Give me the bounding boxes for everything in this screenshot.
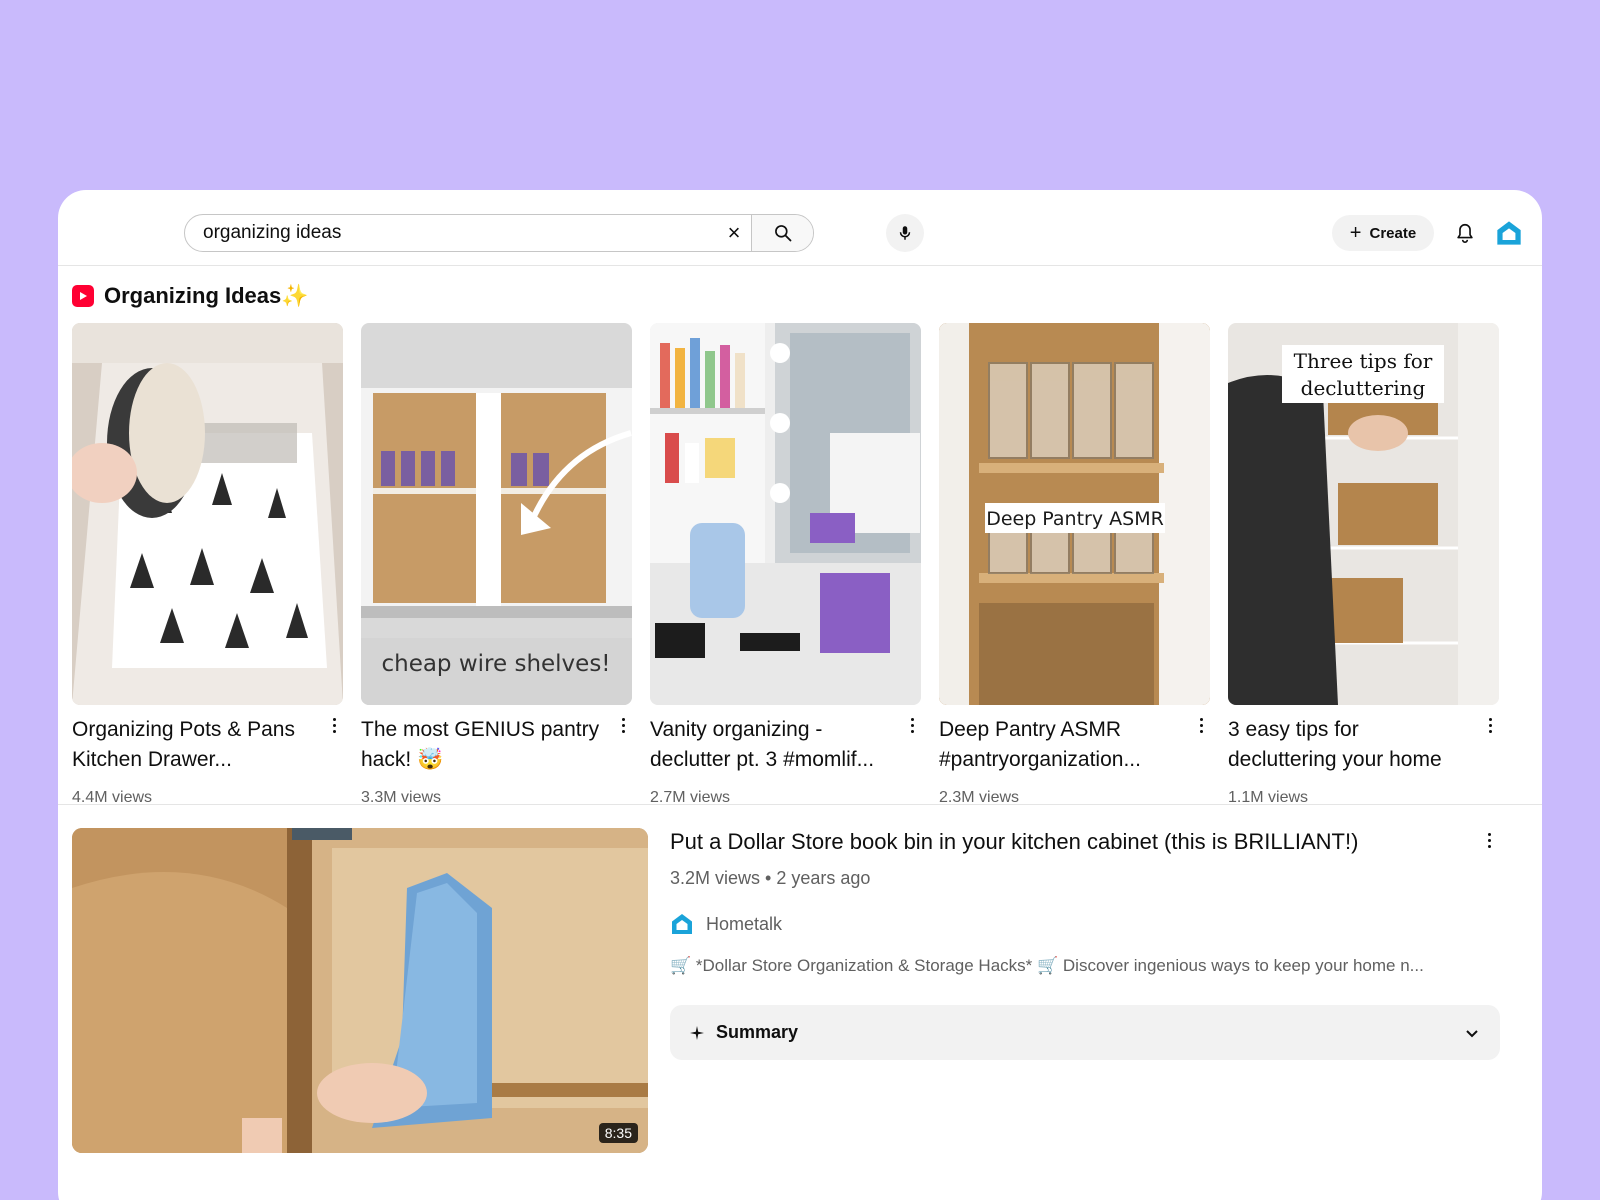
more-options-button[interactable] — [327, 715, 341, 735]
thumbnail-caption-line: decluttering — [1301, 376, 1426, 400]
create-label: Create — [1369, 224, 1417, 242]
clear-icon: × — [727, 220, 741, 245]
thumbnail-caption: cheap wire shelves! — [381, 651, 610, 677]
summary-expander[interactable]: Summary — [670, 1005, 1500, 1060]
more-vert-icon — [1482, 830, 1496, 850]
more-options-button[interactable] — [616, 715, 630, 735]
short-title[interactable]: Organizing Pots & Pans Kitchen Drawer... — [72, 715, 312, 775]
short-thumbnail[interactable] — [72, 323, 343, 705]
search-button[interactable] — [751, 215, 813, 251]
channel-link[interactable]: Hometalk — [670, 912, 782, 936]
short-title[interactable]: 3 easy tips for decluttering your home — [1228, 715, 1468, 775]
channel-name[interactable]: Hometalk — [706, 914, 782, 935]
summary-label: Summary — [716, 1022, 799, 1042]
thumbnail-caption-line: Three tips for — [1294, 349, 1433, 373]
plus-icon: + — [1349, 222, 1362, 244]
clear-search-button[interactable]: × — [717, 215, 751, 251]
shorts-icon — [72, 285, 94, 307]
browser-window: × + Create Organizing Ideas✨ — [58, 190, 1542, 1200]
short-title[interactable]: Deep Pantry ASMR #pantryorganization... — [939, 715, 1179, 775]
more-options-button[interactable] — [1482, 830, 1496, 850]
short-thumbnail[interactable] — [650, 323, 921, 705]
bell-icon — [1457, 223, 1473, 243]
chevron-down-icon — [1466, 1029, 1478, 1037]
mic-icon — [899, 226, 911, 240]
top-bar: × + Create — [58, 190, 1542, 266]
short-title[interactable]: The most GENIUS pantry hack! 🤯 — [361, 715, 601, 775]
shelf-header: Organizing Ideas✨ — [72, 283, 309, 309]
sparkle-icon — [690, 1025, 704, 1040]
search-input[interactable] — [185, 215, 717, 251]
search-icon — [774, 225, 791, 242]
short-thumbnail[interactable]: cheap wire shelves! — [361, 323, 632, 705]
sparkles-emoji: ✨ — [281, 283, 309, 308]
notifications-button[interactable] — [1450, 218, 1480, 248]
more-options-button[interactable] — [1483, 715, 1497, 735]
more-options-button[interactable] — [905, 715, 919, 735]
search-bar: × — [184, 214, 814, 252]
create-button[interactable]: + Create — [1332, 215, 1434, 251]
hometalk-logo-icon — [1497, 221, 1521, 245]
divider — [58, 804, 1542, 805]
short-thumbnail[interactable]: Deep Pantry ASMR — [939, 323, 1210, 705]
thumbnail-caption: Deep Pantry ASMR — [986, 508, 1164, 530]
short-thumbnail[interactable]: Three tips for decluttering — [1228, 323, 1499, 705]
shelf-title: Organizing Ideas✨ — [104, 283, 309, 308]
video-title[interactable]: Put a Dollar Store book bin in your kitc… — [670, 826, 1490, 858]
video-metadata: 3.2M views • 2 years ago — [670, 868, 871, 888]
video-duration: 8:35 — [598, 1123, 638, 1143]
hometalk-logo-icon — [672, 914, 692, 934]
video-thumbnail[interactable]: 8:35 — [72, 828, 648, 1153]
video-description: 🛒 *Dollar Store Organization & Storage H… — [670, 956, 1424, 975]
more-options-button[interactable] — [1194, 715, 1208, 735]
account-avatar[interactable] — [1494, 218, 1524, 248]
short-title[interactable]: Vanity organizing - declutter pt. 3 #mom… — [650, 715, 890, 775]
voice-search-button[interactable] — [886, 214, 924, 252]
